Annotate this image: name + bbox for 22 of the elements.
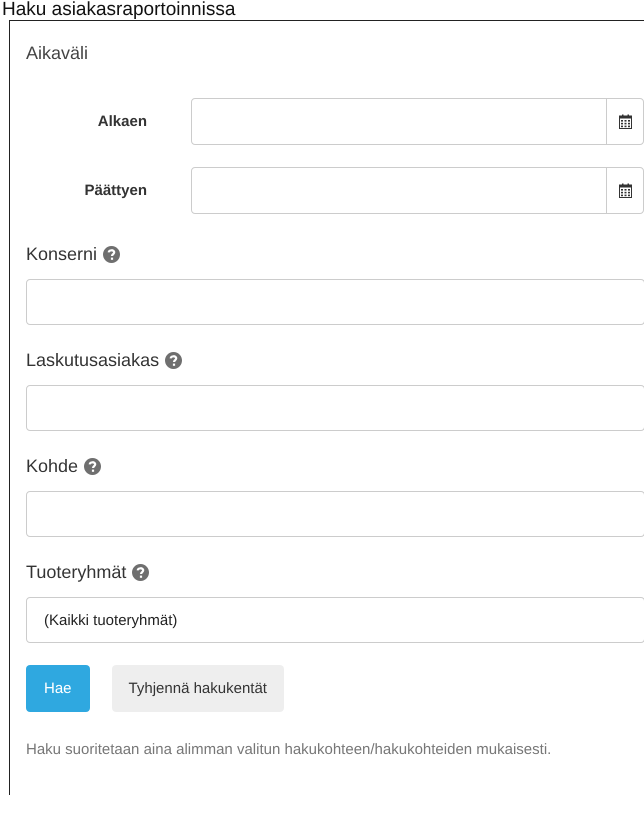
- input-field[interactable]: [26, 491, 644, 537]
- form-button[interactable]: Tyhjennä hakukentät: [112, 665, 284, 712]
- help-text: Haku suoritetaan aina alimman valitun hakukohteen/hakukohteiden mukaisesti.: [26, 740, 552, 760]
- calendar-icon[interactable]: [618, 183, 632, 198]
- field-label: Päättyen: [83, 182, 147, 199]
- input-field[interactable]: (Kaikki tuoteryhmät): [26, 597, 644, 643]
- date-field[interactable]: [191, 98, 644, 145]
- input-field[interactable]: [26, 279, 644, 325]
- help-icon[interactable]: [103, 246, 120, 263]
- field-label: Konserni: [26, 244, 98, 265]
- help-icon[interactable]: [165, 352, 182, 369]
- help-icon[interactable]: [132, 564, 150, 581]
- field-label: Laskutusasiakas: [26, 350, 160, 371]
- calendar-icon[interactable]: [618, 114, 632, 129]
- field-label: Kohde: [26, 456, 78, 477]
- section-heading: Aikaväli: [26, 43, 90, 64]
- page-title: Haku asiakasraportoinnissa: [1, 0, 236, 20]
- help-icon[interactable]: [84, 458, 102, 475]
- field-label: Tuoteryhmät: [26, 562, 126, 583]
- date-field[interactable]: [191, 167, 644, 214]
- field-label: Alkaen: [96, 113, 147, 130]
- input-field[interactable]: [26, 385, 644, 431]
